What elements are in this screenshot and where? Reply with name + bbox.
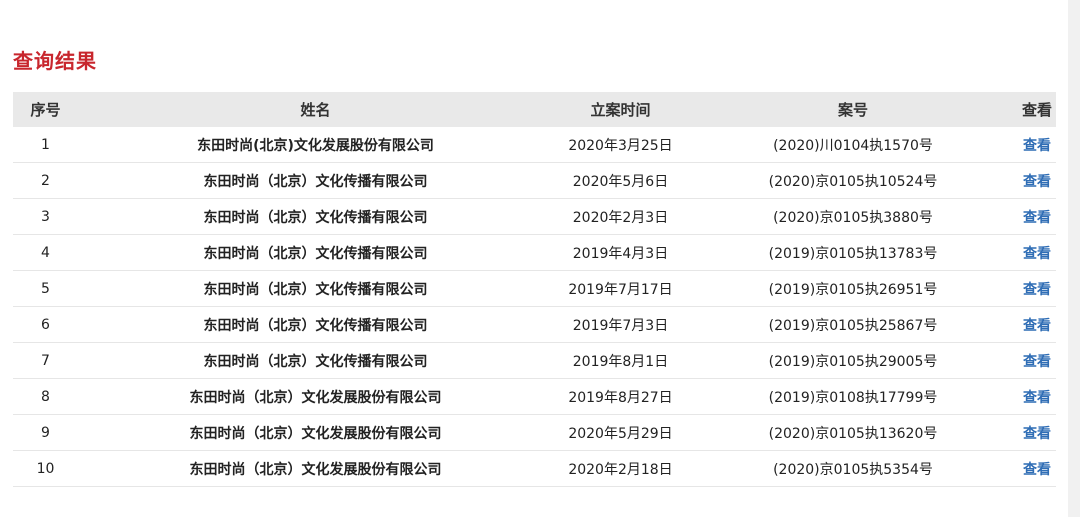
row-action-cell: 查看 (1018, 270, 1056, 307)
view-link[interactable]: 查看 (1023, 462, 1051, 478)
header-name: 姓名 (78, 92, 553, 127)
row-action-cell: 查看 (1018, 414, 1056, 451)
view-link[interactable]: 查看 (1023, 318, 1051, 334)
row-name: 东田时尚（北京）文化发展股份有限公司 (78, 378, 553, 415)
header-date: 立案时间 (553, 92, 688, 127)
row-case-number: (2019)京0105执26951号 (688, 270, 1018, 307)
row-date: 2019年8月27日 (553, 378, 688, 415)
row-index: 1 (13, 127, 78, 163)
view-link[interactable]: 查看 (1023, 426, 1051, 442)
page-title: 查询结果 (13, 49, 97, 73)
row-name: 东田时尚（北京）文化传播有限公司 (78, 270, 553, 307)
row-action-cell: 查看 (1018, 162, 1056, 199)
page-edge (1068, 0, 1080, 517)
row-index: 9 (13, 414, 78, 451)
row-action-cell: 查看 (1018, 342, 1056, 379)
view-link[interactable]: 查看 (1023, 210, 1051, 226)
row-index: 2 (13, 162, 78, 199)
header-case-number: 案号 (688, 92, 1018, 127)
row-date: 2020年3月25日 (553, 127, 688, 163)
row-case-number: (2020)川0104执1570号 (688, 127, 1018, 163)
row-name: 东田时尚（北京）文化发展股份有限公司 (78, 450, 553, 487)
row-case-number: (2019)京0105执25867号 (688, 306, 1018, 343)
table-row: 4 东田时尚（北京）文化传播有限公司 2019年4月3日 (2019)京0105… (13, 234, 1056, 271)
row-date: 2019年4月3日 (553, 234, 688, 271)
row-date: 2020年5月29日 (553, 414, 688, 451)
table-header-row: 序号 姓名 立案时间 案号 查看 (13, 92, 1056, 127)
row-case-number: (2020)京0105执10524号 (688, 162, 1018, 199)
row-date: 2020年5月6日 (553, 162, 688, 199)
table-row: 6 东田时尚（北京）文化传播有限公司 2019年7月3日 (2019)京0105… (13, 306, 1056, 343)
row-case-number: (2020)京0105执13620号 (688, 414, 1018, 451)
row-date: 2019年8月1日 (553, 342, 688, 379)
table-row: 9 东田时尚（北京）文化发展股份有限公司 2020年5月29日 (2020)京0… (13, 414, 1056, 451)
row-case-number: (2019)京0105执29005号 (688, 342, 1018, 379)
row-name: 东田时尚（北京）文化传播有限公司 (78, 306, 553, 343)
row-name: 东田时尚（北京）文化传播有限公司 (78, 234, 553, 271)
row-case-number: (2019)京0108执17799号 (688, 378, 1018, 415)
table-row: 8 东田时尚（北京）文化发展股份有限公司 2019年8月27日 (2019)京0… (13, 378, 1056, 415)
row-index: 3 (13, 198, 78, 235)
view-link[interactable]: 查看 (1023, 282, 1051, 298)
row-date: 2019年7月3日 (553, 306, 688, 343)
row-index: 10 (13, 450, 78, 487)
row-date: 2020年2月3日 (553, 198, 688, 235)
row-action-cell: 查看 (1018, 450, 1056, 487)
table-row: 7 东田时尚（北京）文化传播有限公司 2019年8月1日 (2019)京0105… (13, 342, 1056, 379)
row-index: 4 (13, 234, 78, 271)
row-action-cell: 查看 (1018, 198, 1056, 235)
row-name: 东田时尚（北京）文化传播有限公司 (78, 162, 553, 199)
view-link[interactable]: 查看 (1023, 390, 1051, 406)
header-index: 序号 (13, 92, 78, 127)
row-name: 东田时尚（北京）文化传播有限公司 (78, 342, 553, 379)
view-link[interactable]: 查看 (1023, 246, 1051, 262)
row-name: 东田时尚(北京)文化发展股份有限公司 (78, 127, 553, 163)
row-case-number: (2019)京0105执13783号 (688, 234, 1018, 271)
view-link[interactable]: 查看 (1023, 174, 1051, 190)
row-case-number: (2020)京0105执3880号 (688, 198, 1018, 235)
header-action: 查看 (1018, 92, 1056, 127)
row-case-number: (2020)京0105执5354号 (688, 450, 1018, 487)
table-row: 5 东田时尚（北京）文化传播有限公司 2019年7月17日 (2019)京010… (13, 270, 1056, 307)
row-index: 7 (13, 342, 78, 379)
table-row: 1 东田时尚(北京)文化发展股份有限公司 2020年3月25日 (2020)川0… (13, 127, 1056, 163)
row-index: 6 (13, 306, 78, 343)
table-row: 3 东田时尚（北京）文化传播有限公司 2020年2月3日 (2020)京0105… (13, 198, 1056, 235)
view-link[interactable]: 查看 (1023, 354, 1051, 370)
row-action-cell: 查看 (1018, 234, 1056, 271)
row-index: 8 (13, 378, 78, 415)
row-name: 东田时尚（北京）文化传播有限公司 (78, 198, 553, 235)
table-row: 10 东田时尚（北京）文化发展股份有限公司 2020年2月18日 (2020)京… (13, 450, 1056, 487)
row-date: 2019年7月17日 (553, 270, 688, 307)
table-row: 2 东田时尚（北京）文化传播有限公司 2020年5月6日 (2020)京0105… (13, 162, 1056, 199)
row-action-cell: 查看 (1018, 127, 1056, 163)
view-link[interactable]: 查看 (1023, 138, 1051, 154)
results-table: 序号 姓名 立案时间 案号 查看 1 东田时尚(北京)文化发展股份有限公司 20… (13, 92, 1056, 487)
row-name: 东田时尚（北京）文化发展股份有限公司 (78, 414, 553, 451)
row-date: 2020年2月18日 (553, 450, 688, 487)
row-action-cell: 查看 (1018, 378, 1056, 415)
row-index: 5 (13, 270, 78, 307)
row-action-cell: 查看 (1018, 306, 1056, 343)
